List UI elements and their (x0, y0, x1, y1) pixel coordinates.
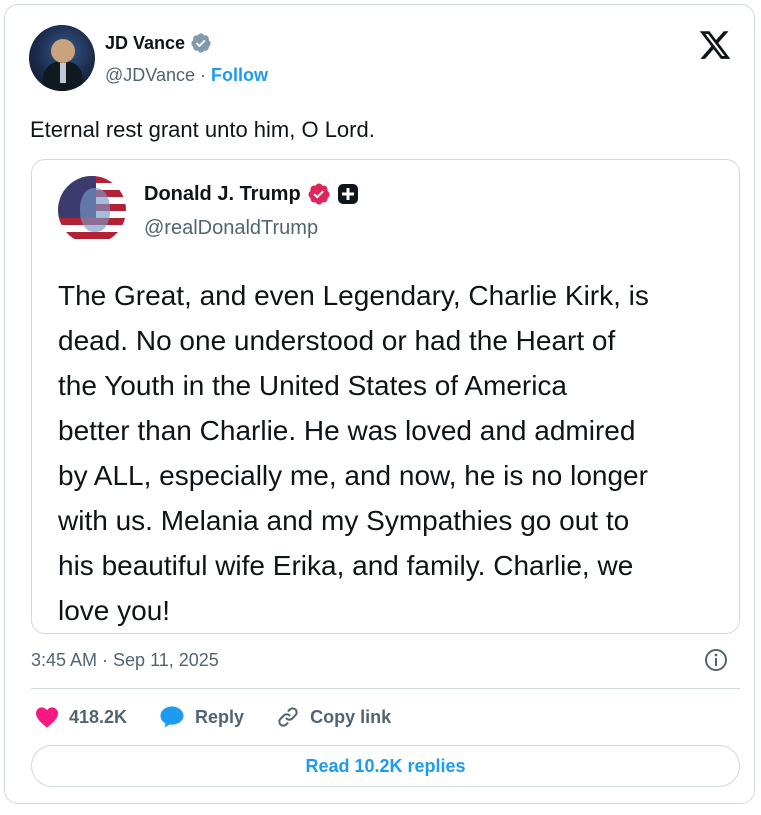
link-icon (278, 707, 298, 727)
like-button[interactable]: 418.2K (35, 706, 127, 728)
reply-label: Reply (195, 706, 245, 727)
like-count: 418.2K (69, 706, 128, 727)
quoted-tweet-text: The Great, and even Legendary, Charlie K… (58, 273, 718, 633)
follow-button[interactable]: Follow (211, 65, 268, 86)
heart-icon (36, 707, 58, 728)
quoted-text-line: dead. No one understood or had the Heart… (58, 325, 616, 356)
copy-link-button[interactable]: Copy link (276, 705, 391, 729)
quoted-text-line: his beautiful wife Erika, and family. Ch… (58, 550, 634, 581)
author-handle[interactable]: @JDVance (105, 65, 195, 86)
tweet-timestamp[interactable]: 3:45 AM · Sep 11, 2025 (31, 650, 219, 671)
tweet-card: JD Vance @JDVance · Follow Eternal rest … (4, 4, 755, 804)
quoted-tweet[interactable]: Donald J. Trump @realDonaldTrump The Gre… (31, 159, 740, 634)
author-name-row: JD Vance (105, 32, 212, 54)
verified-badge-icon (191, 33, 211, 53)
quoted-text-line: love you! (58, 595, 171, 626)
tweet-text: Eternal rest grant unto him, O Lord. (30, 117, 375, 142)
quoted-author-name[interactable]: Donald J. Trump (144, 183, 301, 206)
quoted-text-line: the Youth in the United States of Americ… (58, 370, 568, 401)
avatar-tie (60, 63, 66, 83)
quoted-text-line: The Great, and even Legendary, Charlie K… (58, 280, 649, 311)
avatar-face (51, 39, 75, 63)
quoted-name-row: Donald J. Trump (144, 182, 359, 206)
separator-dot: · (199, 65, 206, 85)
quoted-author-handle[interactable]: @realDonaldTrump (144, 217, 318, 240)
action-bar: 418.2K Reply Copy link (35, 705, 423, 729)
quoted-author-avatar[interactable] (58, 176, 126, 244)
author-avatar[interactable] (29, 25, 95, 91)
plus-badge-icon (337, 184, 358, 204)
quoted-text-line: with us. Melania and my Sympathies go ou… (58, 505, 630, 536)
divider (31, 688, 740, 689)
author-name[interactable]: JD Vance (105, 33, 185, 54)
reply-bubble-icon (160, 706, 184, 728)
quoted-text-line: by ALL, especially me, and now, he is no… (58, 460, 648, 491)
quoted-text-line: better than Charlie. He was loved and ad… (58, 415, 636, 446)
verified-badge-icon (308, 183, 330, 205)
read-replies-button[interactable]: Read 10.2K replies (31, 745, 740, 787)
info-icon[interactable] (704, 648, 728, 672)
avatar-face (80, 188, 110, 232)
copy-link-label: Copy link (310, 706, 392, 727)
x-logo-icon[interactable] (698, 28, 732, 62)
author-handle-row: @JDVance · Follow (105, 65, 268, 86)
reply-button[interactable]: Reply (159, 705, 244, 729)
